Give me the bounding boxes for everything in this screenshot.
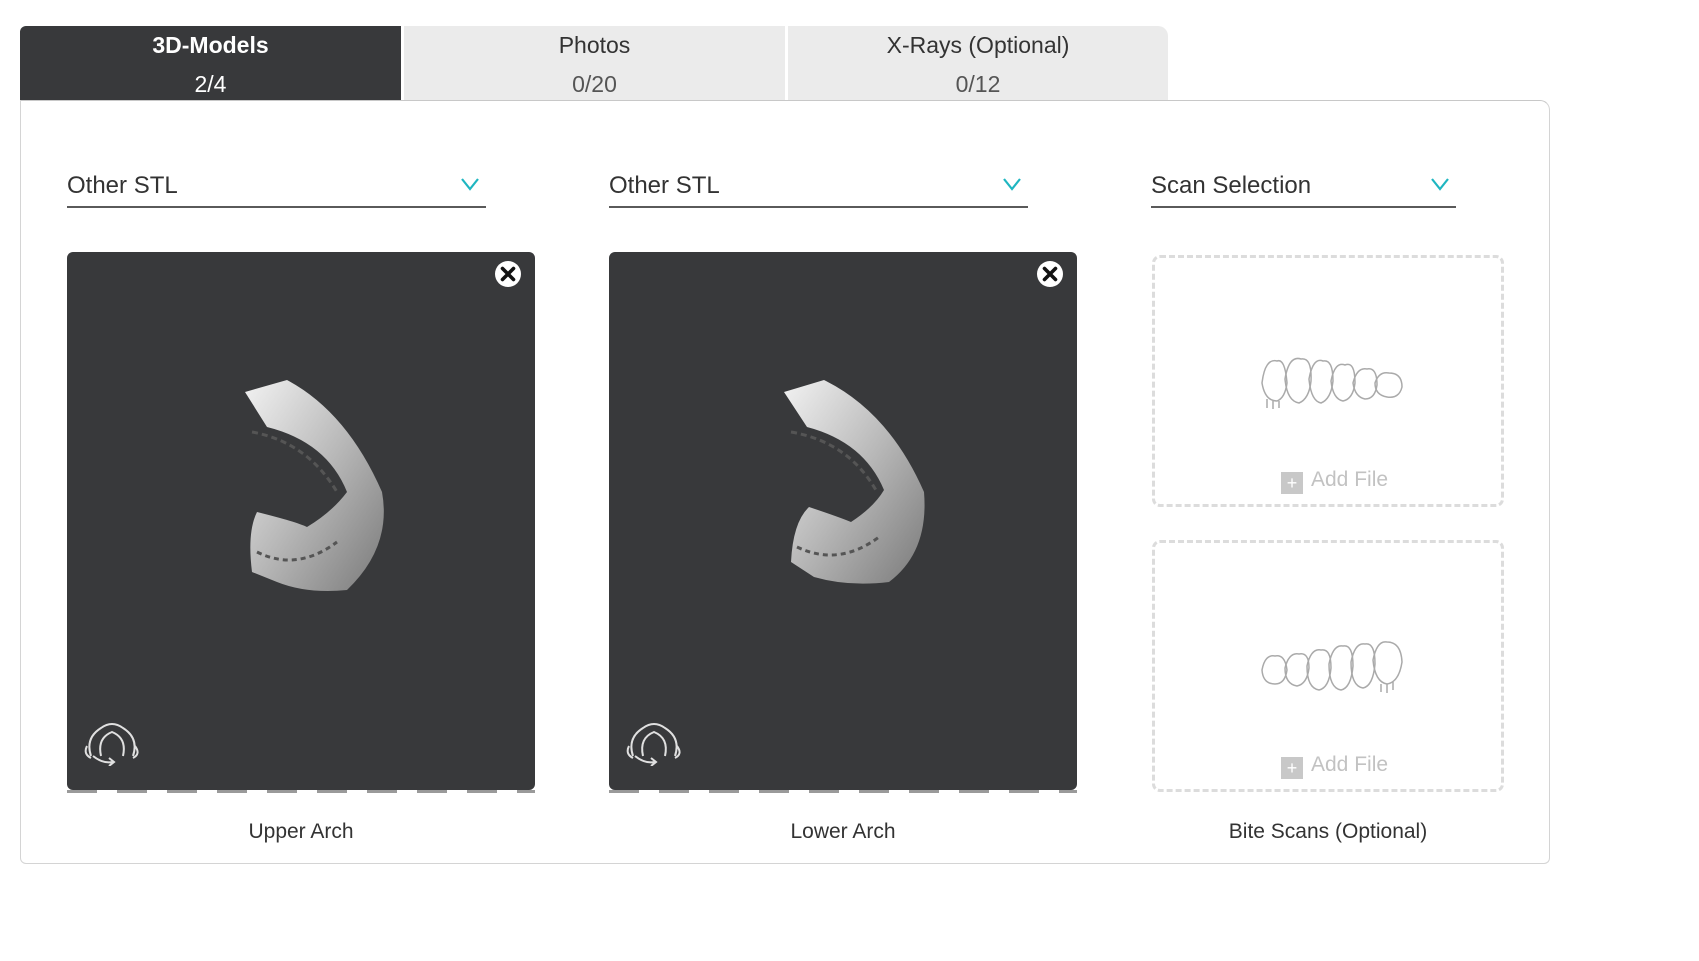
add-file-button[interactable]: + Add File [1281, 468, 1388, 494]
upper-arch-caption: Upper Arch [248, 820, 354, 843]
tab-count: 0/20 [572, 71, 617, 97]
tab-label: Photos [558, 32, 631, 58]
plus-icon: + [1281, 472, 1303, 494]
dropdown-value: Scan Selection [1151, 172, 1312, 199]
lower-arch-model-image [784, 380, 925, 584]
plus-icon: + [1281, 757, 1303, 779]
upper-arch-viewer[interactable] [67, 252, 535, 793]
upper-teeth-icon [1261, 357, 1403, 409]
bite-scan-lower-dropzone[interactable]: + Add File [1152, 540, 1504, 792]
chevron-down-icon [461, 178, 479, 191]
tab-3d-models[interactable]: 3D-Models 2/4 [20, 26, 401, 100]
tab-count: 2/4 [194, 71, 227, 97]
scan-selection-dropdown[interactable]: Scan Selection [1151, 166, 1456, 208]
rotate-3d-icon[interactable] [83, 716, 141, 766]
tab-count: 0/12 [955, 71, 1001, 97]
bite-scan-upper-dropzone[interactable]: + Add File [1152, 255, 1504, 507]
tab-bar: 3D-Models 2/4 Photos 0/20 X-Rays (Option… [20, 26, 1168, 100]
viewer-divider [67, 790, 535, 793]
lower-arch-caption: Lower Arch [790, 820, 896, 843]
close-icon[interactable] [494, 260, 522, 288]
upper-arch-type-dropdown[interactable]: Other STL [67, 166, 486, 208]
tab-label: X-Rays (Optional) [886, 32, 1070, 58]
add-file-label: Add File [1311, 753, 1389, 776]
chevron-down-icon [1003, 178, 1021, 191]
add-file-label: Add File [1311, 468, 1389, 491]
chevron-down-icon [1431, 178, 1449, 191]
lower-teeth-icon [1261, 641, 1403, 693]
add-file-button[interactable]: + Add File [1281, 753, 1388, 779]
dropdown-value: Other STL [609, 172, 720, 199]
dropdown-value: Other STL [67, 172, 178, 199]
lower-arch-viewer[interactable] [609, 252, 1077, 793]
tab-photos[interactable]: Photos 0/20 [404, 26, 785, 100]
tab-label: 3D-Models [152, 32, 269, 58]
close-icon[interactable] [1036, 260, 1064, 288]
upper-arch-model-image [245, 380, 384, 591]
bite-scans-caption: Bite Scans (Optional) [1228, 820, 1428, 843]
lower-arch-type-dropdown[interactable]: Other STL [609, 166, 1028, 208]
rotate-3d-icon[interactable] [625, 716, 683, 766]
tab-x-rays[interactable]: X-Rays (Optional) 0/12 [788, 26, 1168, 100]
viewer-divider [609, 790, 1077, 793]
